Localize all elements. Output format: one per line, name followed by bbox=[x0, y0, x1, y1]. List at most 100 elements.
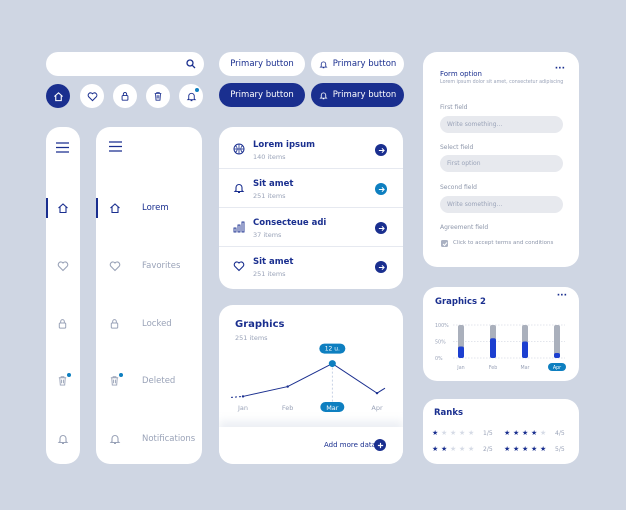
form-card: Form option ··· Lorem ipsum dolor sit am… bbox=[423, 52, 579, 267]
heart-icon bbox=[109, 260, 121, 272]
bar bbox=[522, 341, 528, 358]
tooltip-label: 12 u. bbox=[325, 346, 340, 353]
list-item-title: Sit amet bbox=[253, 257, 294, 267]
search-bar[interactable] bbox=[46, 52, 204, 76]
star-icon[interactable]: ★ bbox=[468, 429, 474, 437]
sidebar-narrow-trash-icon[interactable] bbox=[57, 373, 71, 386]
bell-icon bbox=[319, 60, 328, 68]
hamburger-icon[interactable] bbox=[109, 141, 122, 152]
arrow-right-icon[interactable] bbox=[375, 261, 387, 273]
star-icon[interactable]: ★ bbox=[441, 445, 447, 453]
first-field-input[interactable]: Write something... bbox=[440, 116, 563, 133]
list-item-title: Sit amet bbox=[253, 179, 294, 189]
check-icon bbox=[442, 241, 447, 246]
heart-icon bbox=[233, 260, 245, 272]
arrow-right-icon[interactable] bbox=[375, 222, 387, 234]
sidebar-item-favorites[interactable]: Favorites bbox=[96, 252, 202, 280]
star-icon[interactable]: ★ bbox=[441, 429, 447, 437]
x-tick-label: Mar bbox=[326, 404, 339, 412]
sidebar-narrow-bell-icon[interactable] bbox=[57, 433, 69, 445]
list-item[interactable]: Sit amet 251 items bbox=[219, 170, 403, 208]
trash-icon-button[interactable] bbox=[146, 84, 170, 108]
rank-label: 2/5 bbox=[483, 446, 493, 453]
star-icon[interactable]: ★ bbox=[513, 445, 519, 453]
star-icon[interactable]: ★ bbox=[450, 445, 456, 453]
sidebar-item-locked[interactable]: Locked bbox=[96, 310, 202, 338]
star-icon[interactable]: ★ bbox=[522, 445, 528, 453]
home-icon-button[interactable] bbox=[46, 84, 70, 108]
agreement-checkbox[interactable] bbox=[441, 240, 448, 247]
series-line bbox=[242, 362, 378, 397]
sidebar-item-deleted[interactable]: Deleted bbox=[96, 367, 202, 395]
second-field-input[interactable]: Write something... bbox=[440, 196, 563, 213]
primary-filled-bell-button[interactable]: Primary button bbox=[311, 83, 404, 107]
rank-row: ★ ★ ★ ★ ★ 2/5 bbox=[432, 445, 500, 455]
star-icon[interactable]: ★ bbox=[459, 429, 465, 437]
data-point bbox=[375, 391, 379, 395]
trash-icon bbox=[154, 92, 162, 101]
lock-icon bbox=[109, 318, 120, 329]
y-tick-label: 0% bbox=[435, 356, 443, 362]
star-icon[interactable]: ★ bbox=[540, 429, 546, 437]
primary-filled-bell-button-label: Primary button bbox=[332, 90, 397, 100]
select-field[interactable]: First option bbox=[440, 155, 563, 172]
star-icon[interactable]: ★ bbox=[540, 445, 546, 453]
bell-icon-button[interactable] bbox=[179, 84, 203, 108]
sidebar-narrow-lock-icon[interactable] bbox=[57, 318, 68, 329]
primary-outline-bell-button-label: Primary button bbox=[332, 59, 397, 69]
y-tick-label: 50% bbox=[435, 340, 446, 346]
list-item[interactable]: Sit amet 251 items bbox=[219, 248, 403, 286]
basketball-icon bbox=[233, 143, 245, 155]
bar-chart: 100% 50% 0% Jan Feb Mar Apr bbox=[435, 323, 566, 371]
form-subtitle: Lorem ipsum dolor sit amet, consectetur … bbox=[440, 80, 564, 85]
star-icon[interactable]: ★ bbox=[504, 429, 510, 437]
star-icon[interactable]: ★ bbox=[504, 445, 510, 453]
graphics2-card: Graphics 2 ··· 100% 50% 0% Jan Feb Mar Apr bbox=[423, 287, 579, 381]
star-icon[interactable]: ★ bbox=[432, 429, 438, 437]
data-point bbox=[286, 385, 289, 388]
first-field-label: First field bbox=[440, 104, 468, 111]
star-icon[interactable]: ★ bbox=[531, 429, 537, 437]
line-chart: 12 u. Jan Feb Mar Apr bbox=[230, 343, 386, 412]
list-item-subtitle: 251 items bbox=[253, 270, 286, 278]
star-icon[interactable]: ★ bbox=[432, 445, 438, 453]
lock-icon-button[interactable] bbox=[113, 84, 137, 108]
arrow-right-icon[interactable] bbox=[375, 183, 387, 195]
rank-row: ★ ★ ★ ★ ★ 1/5 bbox=[432, 429, 500, 439]
star-icon[interactable]: ★ bbox=[531, 445, 537, 453]
data-point-selected bbox=[328, 360, 336, 368]
hamburger-icon[interactable] bbox=[56, 142, 69, 153]
search-input[interactable] bbox=[56, 59, 186, 69]
add-icon[interactable] bbox=[374, 439, 386, 451]
sidebar-item-lorem[interactable]: Lorem bbox=[96, 194, 202, 222]
star-icon[interactable]: ★ bbox=[450, 429, 456, 437]
heart-icon bbox=[87, 91, 97, 101]
sidebar-item-label: Lorem bbox=[142, 203, 169, 213]
ranks-title: Ranks bbox=[434, 408, 464, 418]
bell-icon bbox=[109, 433, 121, 445]
primary-filled-button[interactable]: Primary button bbox=[219, 83, 305, 107]
rank-label: 4/5 bbox=[555, 430, 565, 437]
star-icon[interactable]: ★ bbox=[513, 429, 519, 437]
list-item[interactable]: Consecteue adi 37 items bbox=[219, 209, 403, 247]
sidebar-narrow bbox=[46, 127, 80, 464]
sidebar-narrow-home-icon[interactable] bbox=[57, 202, 69, 214]
star-icon[interactable]: ★ bbox=[459, 445, 465, 453]
primary-outline-bell-button[interactable]: Primary button bbox=[311, 52, 404, 76]
sidebar-narrow-heart-icon[interactable] bbox=[57, 260, 69, 272]
star-icon[interactable]: ★ bbox=[522, 429, 528, 437]
primary-outline-button[interactable]: Primary button bbox=[219, 52, 305, 76]
add-more-data-label[interactable]: Add more data bbox=[324, 441, 376, 449]
arrow-right-icon[interactable] bbox=[375, 144, 387, 156]
rank-label: 1/5 bbox=[483, 430, 493, 437]
agreement-field-label: Agreement field bbox=[440, 224, 489, 231]
heart-icon-button[interactable] bbox=[80, 84, 104, 108]
list-item[interactable]: Lorem ipsum 140 items bbox=[219, 131, 403, 169]
star-icon[interactable]: ★ bbox=[468, 445, 474, 453]
more-icon[interactable]: ··· bbox=[555, 64, 565, 74]
search-icon[interactable] bbox=[186, 59, 196, 69]
series-tail bbox=[376, 387, 386, 394]
active-indicator bbox=[46, 198, 48, 218]
list-item-subtitle: 140 items bbox=[253, 153, 286, 161]
sidebar-item-notifications[interactable]: Notifications bbox=[96, 425, 202, 453]
